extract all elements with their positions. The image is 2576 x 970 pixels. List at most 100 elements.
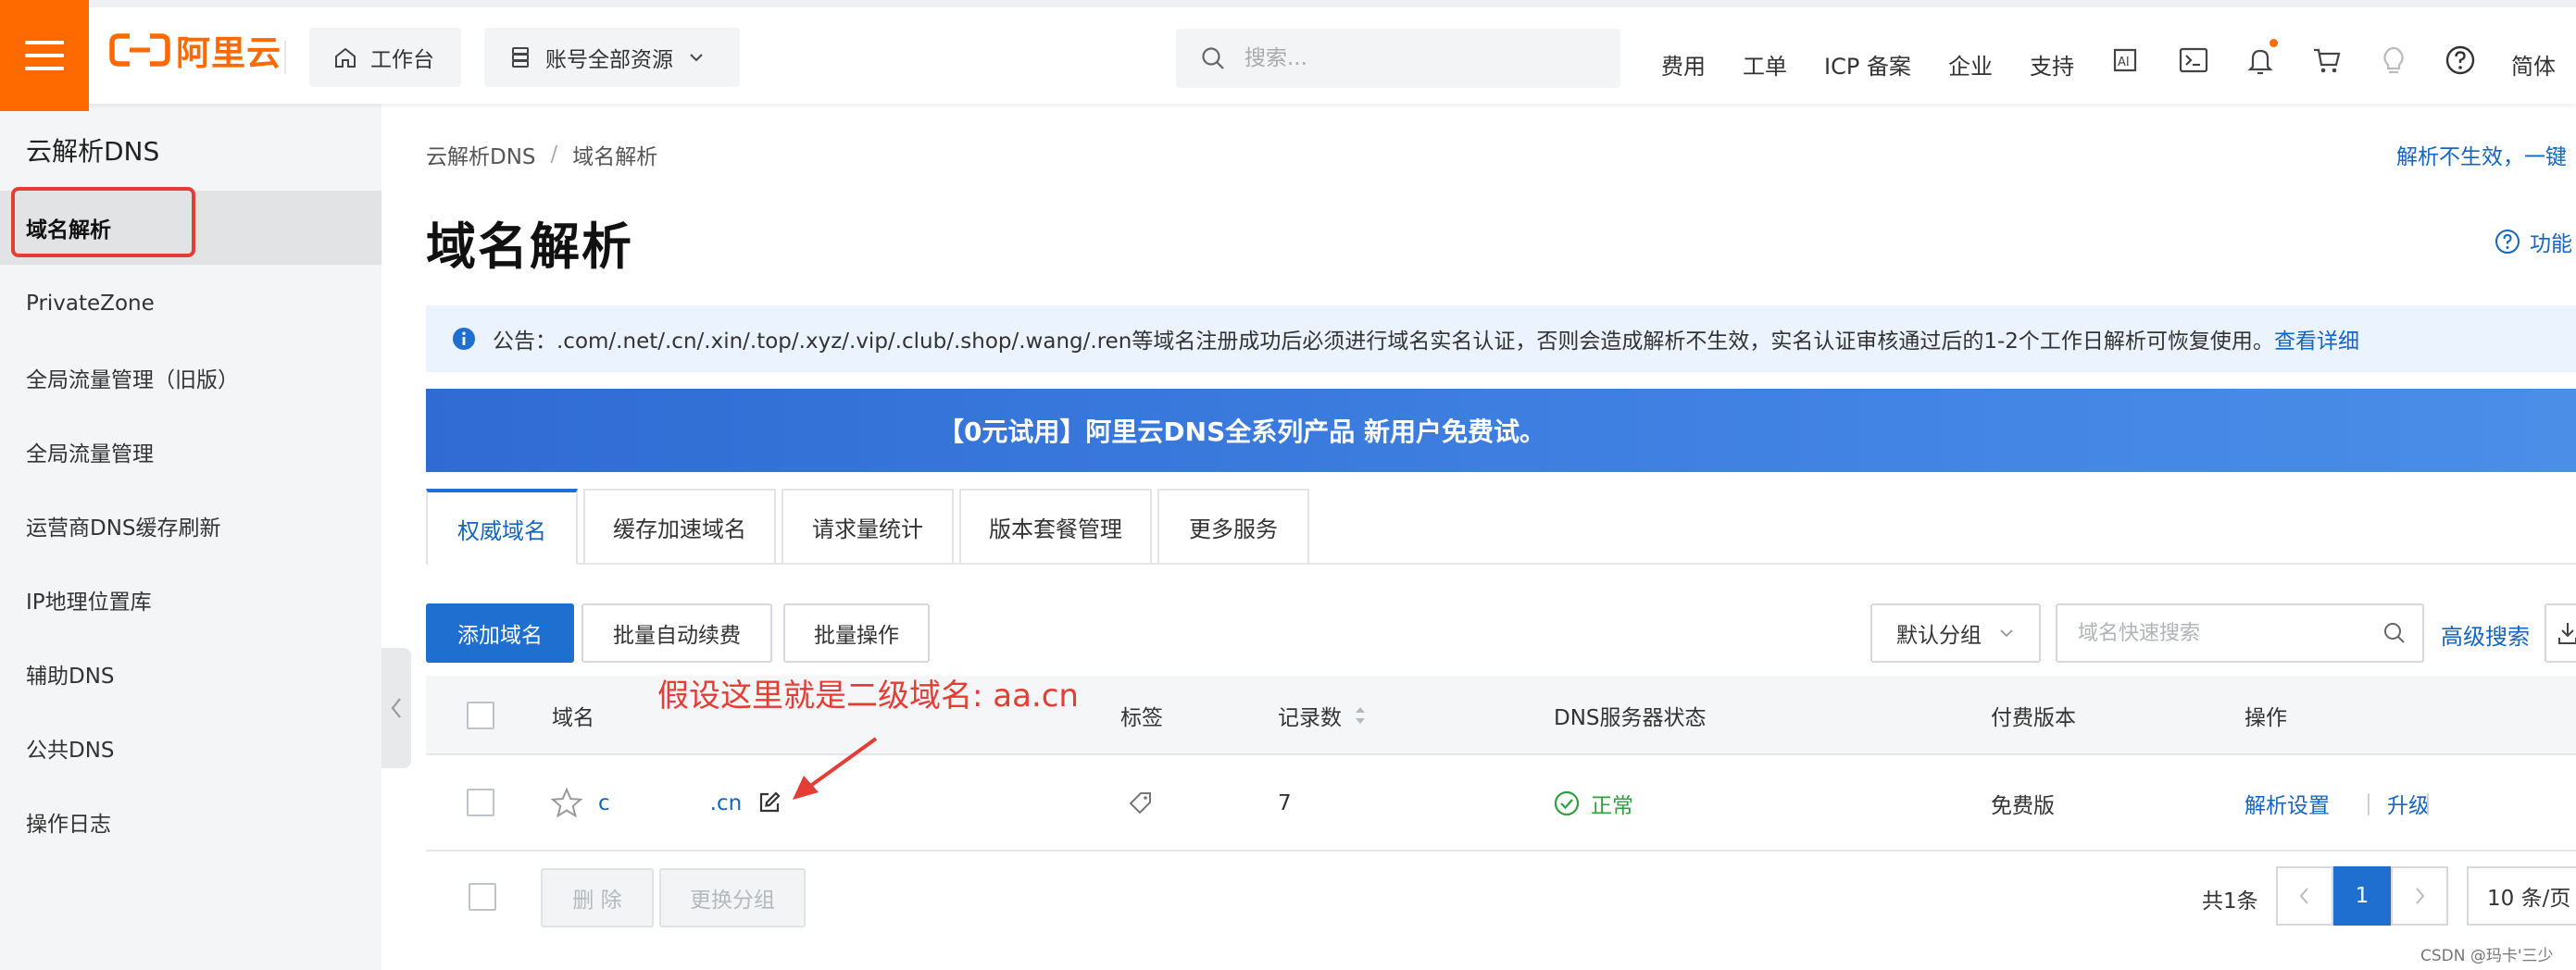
search-icon[interactable] <box>2382 620 2407 646</box>
record-count: 7 <box>1278 791 1292 815</box>
edit-icon[interactable] <box>757 790 782 815</box>
top-link-enterprise[interactable]: 企业 <box>1948 48 1993 81</box>
hamburger-menu-button[interactable] <box>0 0 89 111</box>
lightbulb-icon[interactable] <box>2378 44 2409 76</box>
breadcrumb-item-dns[interactable]: 云解析DNS <box>426 139 536 170</box>
workbench-button[interactable]: 工作台 <box>309 28 461 87</box>
global-search-input[interactable] <box>1244 46 1596 70</box>
prev-page-button[interactable] <box>2276 866 2333 926</box>
logo-text: 阿里云 <box>176 33 281 73</box>
sidebar-title: 云解析DNS <box>26 136 160 167</box>
batch-auto-renew-button[interactable]: 批量自动续费 <box>581 603 772 663</box>
annotation-arrow-icon <box>793 737 878 800</box>
breadcrumb-separator: / <box>550 143 558 167</box>
account-resources-dropdown[interactable]: 账号全部资源 <box>484 28 740 87</box>
breadcrumb-item-current: 域名解析 <box>572 145 658 169</box>
sidebar-item-dns-cache-refresh[interactable]: 运营商DNS缓存刷新 <box>0 489 381 563</box>
add-domain-button[interactable]: 添加域名 <box>426 603 574 663</box>
sidebar-item-label: IP地理位置库 <box>26 591 152 615</box>
sidebar-item-label: 域名解析 <box>26 218 111 242</box>
star-icon[interactable] <box>550 787 583 820</box>
tab-plan-management[interactable]: 版本套餐管理 <box>959 489 1152 563</box>
tab-label: 版本套餐管理 <box>989 516 1122 542</box>
top-link-ticket[interactable]: 工单 <box>1743 48 1787 81</box>
sidebar-item-ip-geo[interactable]: IP地理位置库 <box>0 563 381 637</box>
batch-operations-button[interactable]: 批量操作 <box>783 603 930 663</box>
sidebar-item-label: 公共DNS <box>26 739 115 763</box>
delete-button[interactable]: 删 除 <box>541 868 654 927</box>
domain-search-input[interactable] <box>2078 621 2374 645</box>
chevron-left-icon <box>2299 888 2308 904</box>
sidebar-collapse-handle[interactable] <box>381 648 411 768</box>
global-search-box[interactable] <box>1176 29 1620 88</box>
home-icon <box>335 47 356 68</box>
column-header-domain: 域名 <box>552 706 594 730</box>
select-all-checkbox[interactable] <box>467 702 494 729</box>
dns-status-text: 正常 <box>1591 794 1633 818</box>
aliyun-logo[interactable]: 阿里云 <box>109 28 281 73</box>
sidebar-item-domain-resolution[interactable]: 域名解析 <box>0 191 381 265</box>
logo-divider <box>284 41 286 74</box>
top-link-billing[interactable]: 费用 <box>1661 48 1706 81</box>
sidebar-item-privatezone[interactable]: PrivateZone <box>0 267 381 341</box>
page-size-select[interactable]: 10 条/页 <box>2467 866 2576 926</box>
resources-label: 账号全部资源 <box>545 48 673 72</box>
table-row: c .cn 7 正常 免费版 解析设置 | 升级 | <box>426 755 2576 852</box>
announcement-text: 公告：.com/.net/.cn/.xin/.top/.xyz/.vip/.cl… <box>493 330 2274 354</box>
workbench-label: 工作台 <box>370 48 434 72</box>
svg-text:AI: AI <box>2118 56 2130 69</box>
ai-assistant-icon[interactable]: AI <box>2109 44 2141 76</box>
next-page-button[interactable] <box>2391 866 2448 926</box>
resolution-help-link[interactable]: 解析不生效，一键 <box>2396 139 2567 170</box>
breadcrumb: 云解析DNS / 域名解析 <box>426 139 657 170</box>
row-checkbox[interactable] <box>467 789 494 816</box>
group-select[interactable]: 默认分组 <box>1870 603 2041 663</box>
sidebar-item-gtm-legacy[interactable]: 全局流量管理（旧版） <box>0 341 381 415</box>
sidebar-item-secondary-dns[interactable]: 辅助DNS <box>0 637 381 711</box>
sidebar-item-gtm[interactable]: 全局流量管理 <box>0 415 381 489</box>
sidebar-item-label: 辅助DNS <box>26 665 115 689</box>
tabs-bar: 权威域名 缓存加速域名 请求量统计 版本套餐管理 更多服务 <box>426 489 2576 565</box>
domain-name-suffix: .cn <box>709 791 743 815</box>
advanced-search-link[interactable]: 高级搜索 <box>2441 618 2530 651</box>
tab-label: 缓存加速域名 <box>613 516 746 542</box>
cart-icon[interactable] <box>2311 44 2343 76</box>
feature-intro-link[interactable]: 功能 <box>2495 226 2572 257</box>
question-circle-icon <box>2495 230 2520 254</box>
page-number-current[interactable]: 1 <box>2333 866 2391 926</box>
help-icon[interactable] <box>2445 44 2476 76</box>
tab-more-services[interactable]: 更多服务 <box>1157 489 1309 563</box>
sidebar-item-operation-log[interactable]: 操作日志 <box>0 785 381 859</box>
export-button[interactable] <box>2545 603 2576 663</box>
chevron-right-icon <box>2416 888 2425 904</box>
language-switch[interactable]: 简体 <box>2511 48 2556 81</box>
notification-dot <box>2270 39 2278 47</box>
hamburger-icon <box>25 41 64 70</box>
top-link-icp[interactable]: ICP 备案 <box>1824 48 1911 81</box>
dns-status: 正常 <box>1554 755 1633 852</box>
tab-request-stats[interactable]: 请求量统计 <box>782 489 954 563</box>
sidebar-item-label: 全局流量管理 <box>26 442 154 466</box>
sidebar-item-public-dns[interactable]: 公共DNS <box>0 711 381 785</box>
terminal-icon[interactable] <box>2178 44 2209 76</box>
info-icon <box>453 328 475 350</box>
tab-authoritative-domains[interactable]: 权威域名 <box>426 489 578 565</box>
top-link-support[interactable]: 支持 <box>2030 48 2074 81</box>
change-group-button[interactable]: 更换分组 <box>659 868 806 927</box>
total-count: 共1条 <box>2202 889 2258 914</box>
promo-banner[interactable]: 【0元试用】阿里云DNS全系列产品 新用户免费试。 <box>426 389 2576 472</box>
announcement-details-link[interactable]: 查看详细 <box>2274 323 2359 354</box>
column-header-records[interactable]: 记录数 <box>1278 676 1369 755</box>
aliyun-logo-mark-icon <box>109 33 170 67</box>
footer-select-all-checkbox[interactable] <box>469 883 496 911</box>
bell-icon[interactable] <box>2245 44 2276 76</box>
tag-icon[interactable] <box>1128 790 1154 815</box>
tab-cache-acceleration[interactable]: 缓存加速域名 <box>583 489 776 563</box>
resolution-settings-link[interactable]: 解析设置 <box>2245 755 2330 852</box>
domain-quick-search[interactable] <box>2056 603 2424 663</box>
sidebar-item-label: 全局流量管理（旧版） <box>26 368 239 392</box>
sidebar-item-label: 运营商DNS缓存刷新 <box>26 516 221 541</box>
domain-name-link[interactable]: c .cn <box>598 755 742 852</box>
column-header-dns-status: DNS服务器状态 <box>1554 706 1707 730</box>
feature-link-label: 功能 <box>2530 232 2572 256</box>
